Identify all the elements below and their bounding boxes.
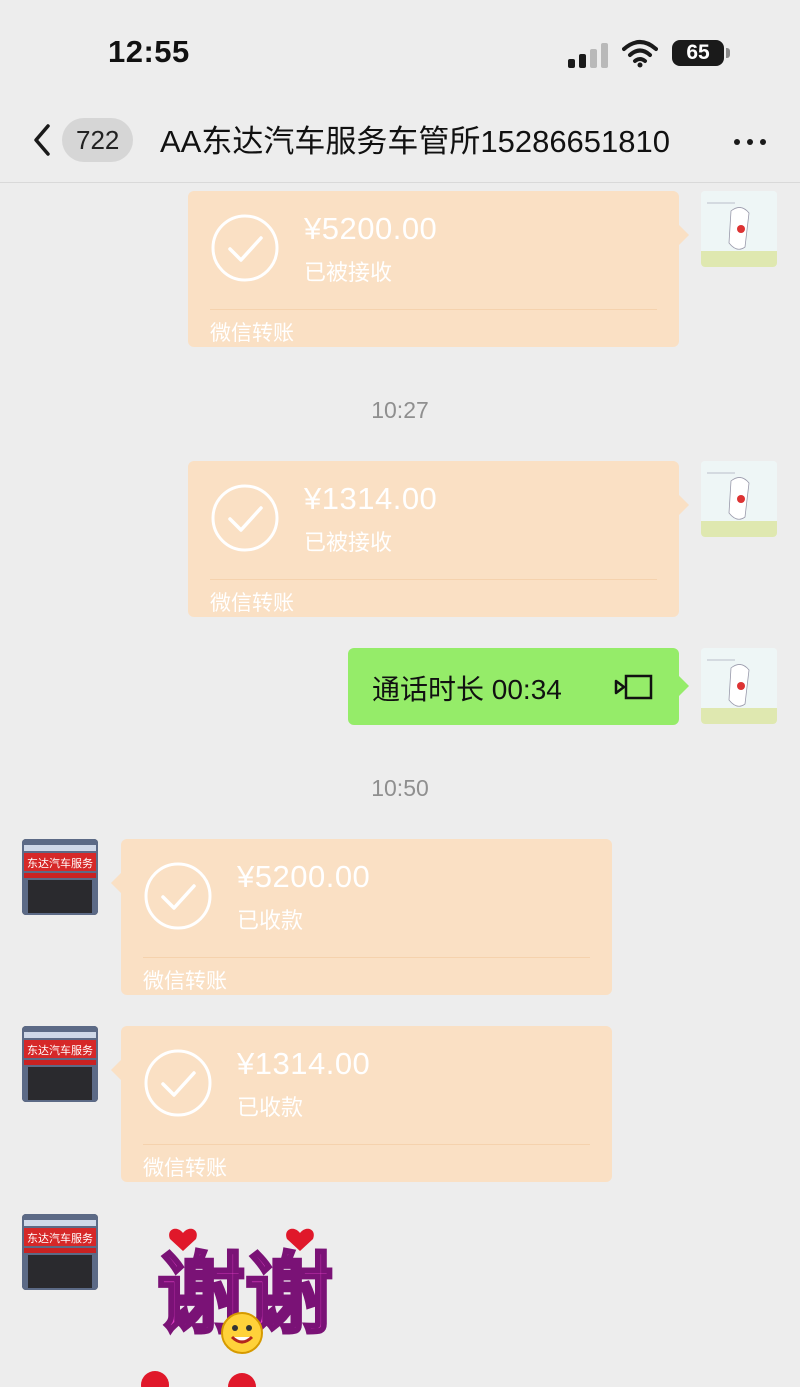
transfer-brand-label: 微信转账	[210, 592, 294, 615]
avatar-illustration	[701, 191, 777, 267]
wifi-icon	[622, 40, 658, 68]
cellular-signal-icon	[568, 42, 608, 68]
checkmark-circle-icon	[211, 484, 279, 552]
my-avatar[interactable]	[701, 461, 777, 537]
thank-you-sticker[interactable]: 谢谢	[130, 1225, 360, 1387]
timestamp: 10:50	[371, 775, 429, 801]
transfer-amount: ¥1314.00	[237, 1046, 371, 1081]
transfer-status: 已收款	[237, 908, 304, 933]
heart-icon	[141, 1371, 169, 1387]
avatar-illustration	[701, 648, 777, 724]
transfer-card[interactable]: ¥1314.00 已收款 微信转账	[111, 1026, 612, 1182]
my-avatar[interactable]	[701, 191, 777, 267]
voice-call-icon	[614, 674, 653, 700]
back-chevron-icon[interactable]	[28, 120, 58, 160]
checkmark-circle-icon	[144, 862, 212, 930]
transfer-status: 已被接收	[304, 530, 393, 555]
transfer-status: 已被接收	[304, 260, 393, 285]
transfer-amount: ¥5200.00	[237, 859, 371, 894]
chat-header: 722 AA东达汽车服务车管所15286651810	[0, 98, 800, 183]
avatar-illustration	[701, 461, 777, 537]
call-duration-text: 通话时长 00:34	[372, 674, 562, 705]
transfer-status: 已收款	[237, 1095, 304, 1120]
card-divider	[210, 579, 657, 580]
transfer-brand-label: 微信转账	[143, 970, 227, 993]
heart-icon	[228, 1373, 256, 1387]
card-divider	[143, 1144, 590, 1145]
transfer-card[interactable]: ¥5200.00 已被接收 微信转账	[188, 191, 689, 347]
transfer-brand-label: 微信转账	[210, 322, 294, 345]
svg-text:东达汽车服务: 东达汽车服务	[27, 856, 93, 870]
svg-text:东达汽车服务: 东达汽车服务	[27, 1231, 93, 1245]
contact-avatar[interactable]: 东达汽车服务	[22, 1214, 98, 1290]
contact-avatar[interactable]: 东达汽车服务	[22, 839, 98, 915]
shop-front-picture: 东达汽车服务	[22, 839, 98, 915]
battery-icon: 65	[672, 40, 724, 66]
my-avatar[interactable]	[701, 648, 777, 724]
checkmark-circle-icon	[144, 1049, 212, 1117]
transfer-amount: ¥5200.00	[304, 211, 438, 246]
svg-text:东达汽车服务: 东达汽车服务	[27, 1043, 93, 1057]
transfer-brand-label: 微信转账	[143, 1157, 227, 1180]
card-divider	[210, 309, 657, 310]
battery-tip	[726, 48, 730, 58]
chat-title: AA东达汽车服务车管所15286651810	[160, 124, 671, 159]
status-time: 12:55	[108, 34, 190, 69]
transfer-amount: ¥1314.00	[304, 481, 438, 516]
unread-count-badge[interactable]: 722	[62, 118, 134, 162]
voice-call-bubble[interactable]: 通话时长 00:34	[348, 648, 689, 725]
transfer-card[interactable]: ¥1314.00 已被接收 微信转账	[188, 461, 689, 617]
card-divider	[143, 957, 590, 958]
contact-avatar[interactable]: 东达汽车服务	[22, 1026, 98, 1102]
shop-front-picture: 东达汽车服务	[22, 1214, 98, 1290]
transfer-card[interactable]: ¥5200.00 已收款 微信转账	[111, 839, 612, 995]
more-options-icon[interactable]	[730, 126, 770, 156]
timestamp: 10:27	[371, 397, 429, 423]
checkmark-circle-icon	[211, 214, 279, 282]
shop-front-picture: 东达汽车服务	[22, 1026, 98, 1102]
smiley-face-icon	[221, 1312, 263, 1354]
